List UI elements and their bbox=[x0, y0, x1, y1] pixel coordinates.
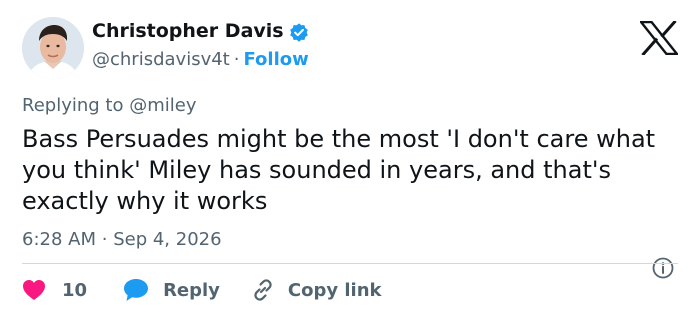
reply-label: Reply bbox=[163, 279, 220, 301]
follow-button[interactable]: Follow bbox=[243, 49, 308, 70]
tweet-text: Bass Persuades might be the most 'I don'… bbox=[22, 125, 656, 215]
heart-icon bbox=[23, 280, 45, 300]
info-icon[interactable] bbox=[651, 256, 675, 280]
like-button[interactable]: 10 bbox=[22, 279, 87, 301]
author-name[interactable]: Christopher Davis bbox=[92, 20, 284, 42]
copy-link-label: Copy link bbox=[287, 279, 382, 301]
tweet-time: 6:28 AM bbox=[22, 229, 96, 250]
author-handle[interactable]: @chrisdavisv4t bbox=[92, 49, 230, 70]
separator-dot: · bbox=[233, 49, 240, 70]
avatar[interactable] bbox=[22, 17, 84, 79]
timestamp[interactable]: 6:28 AM · Sep 4, 2026 bbox=[22, 229, 222, 250]
divider bbox=[22, 263, 678, 264]
action-bar: 10 Reply Copy link bbox=[22, 277, 382, 303]
handle-row: @chrisdavisv4t · Follow bbox=[92, 49, 309, 70]
avatar-image bbox=[22, 17, 84, 79]
replying-to-handle[interactable]: @miley bbox=[129, 95, 196, 116]
copy-link-button[interactable]: Copy link bbox=[250, 277, 382, 303]
like-count: 10 bbox=[62, 279, 88, 301]
reply-button[interactable]: Reply bbox=[123, 278, 220, 302]
verified-badge-icon bbox=[290, 23, 308, 42]
replying-to: Replying to @miley bbox=[22, 95, 196, 116]
timestamp-separator: · bbox=[101, 229, 108, 250]
x-logo-icon[interactable] bbox=[640, 21, 678, 55]
tweet-date: Sep 4, 2026 bbox=[113, 229, 222, 250]
reply-bubble-icon bbox=[124, 279, 149, 301]
link-icon bbox=[254, 279, 272, 301]
replying-to-label: Replying to bbox=[22, 95, 124, 116]
